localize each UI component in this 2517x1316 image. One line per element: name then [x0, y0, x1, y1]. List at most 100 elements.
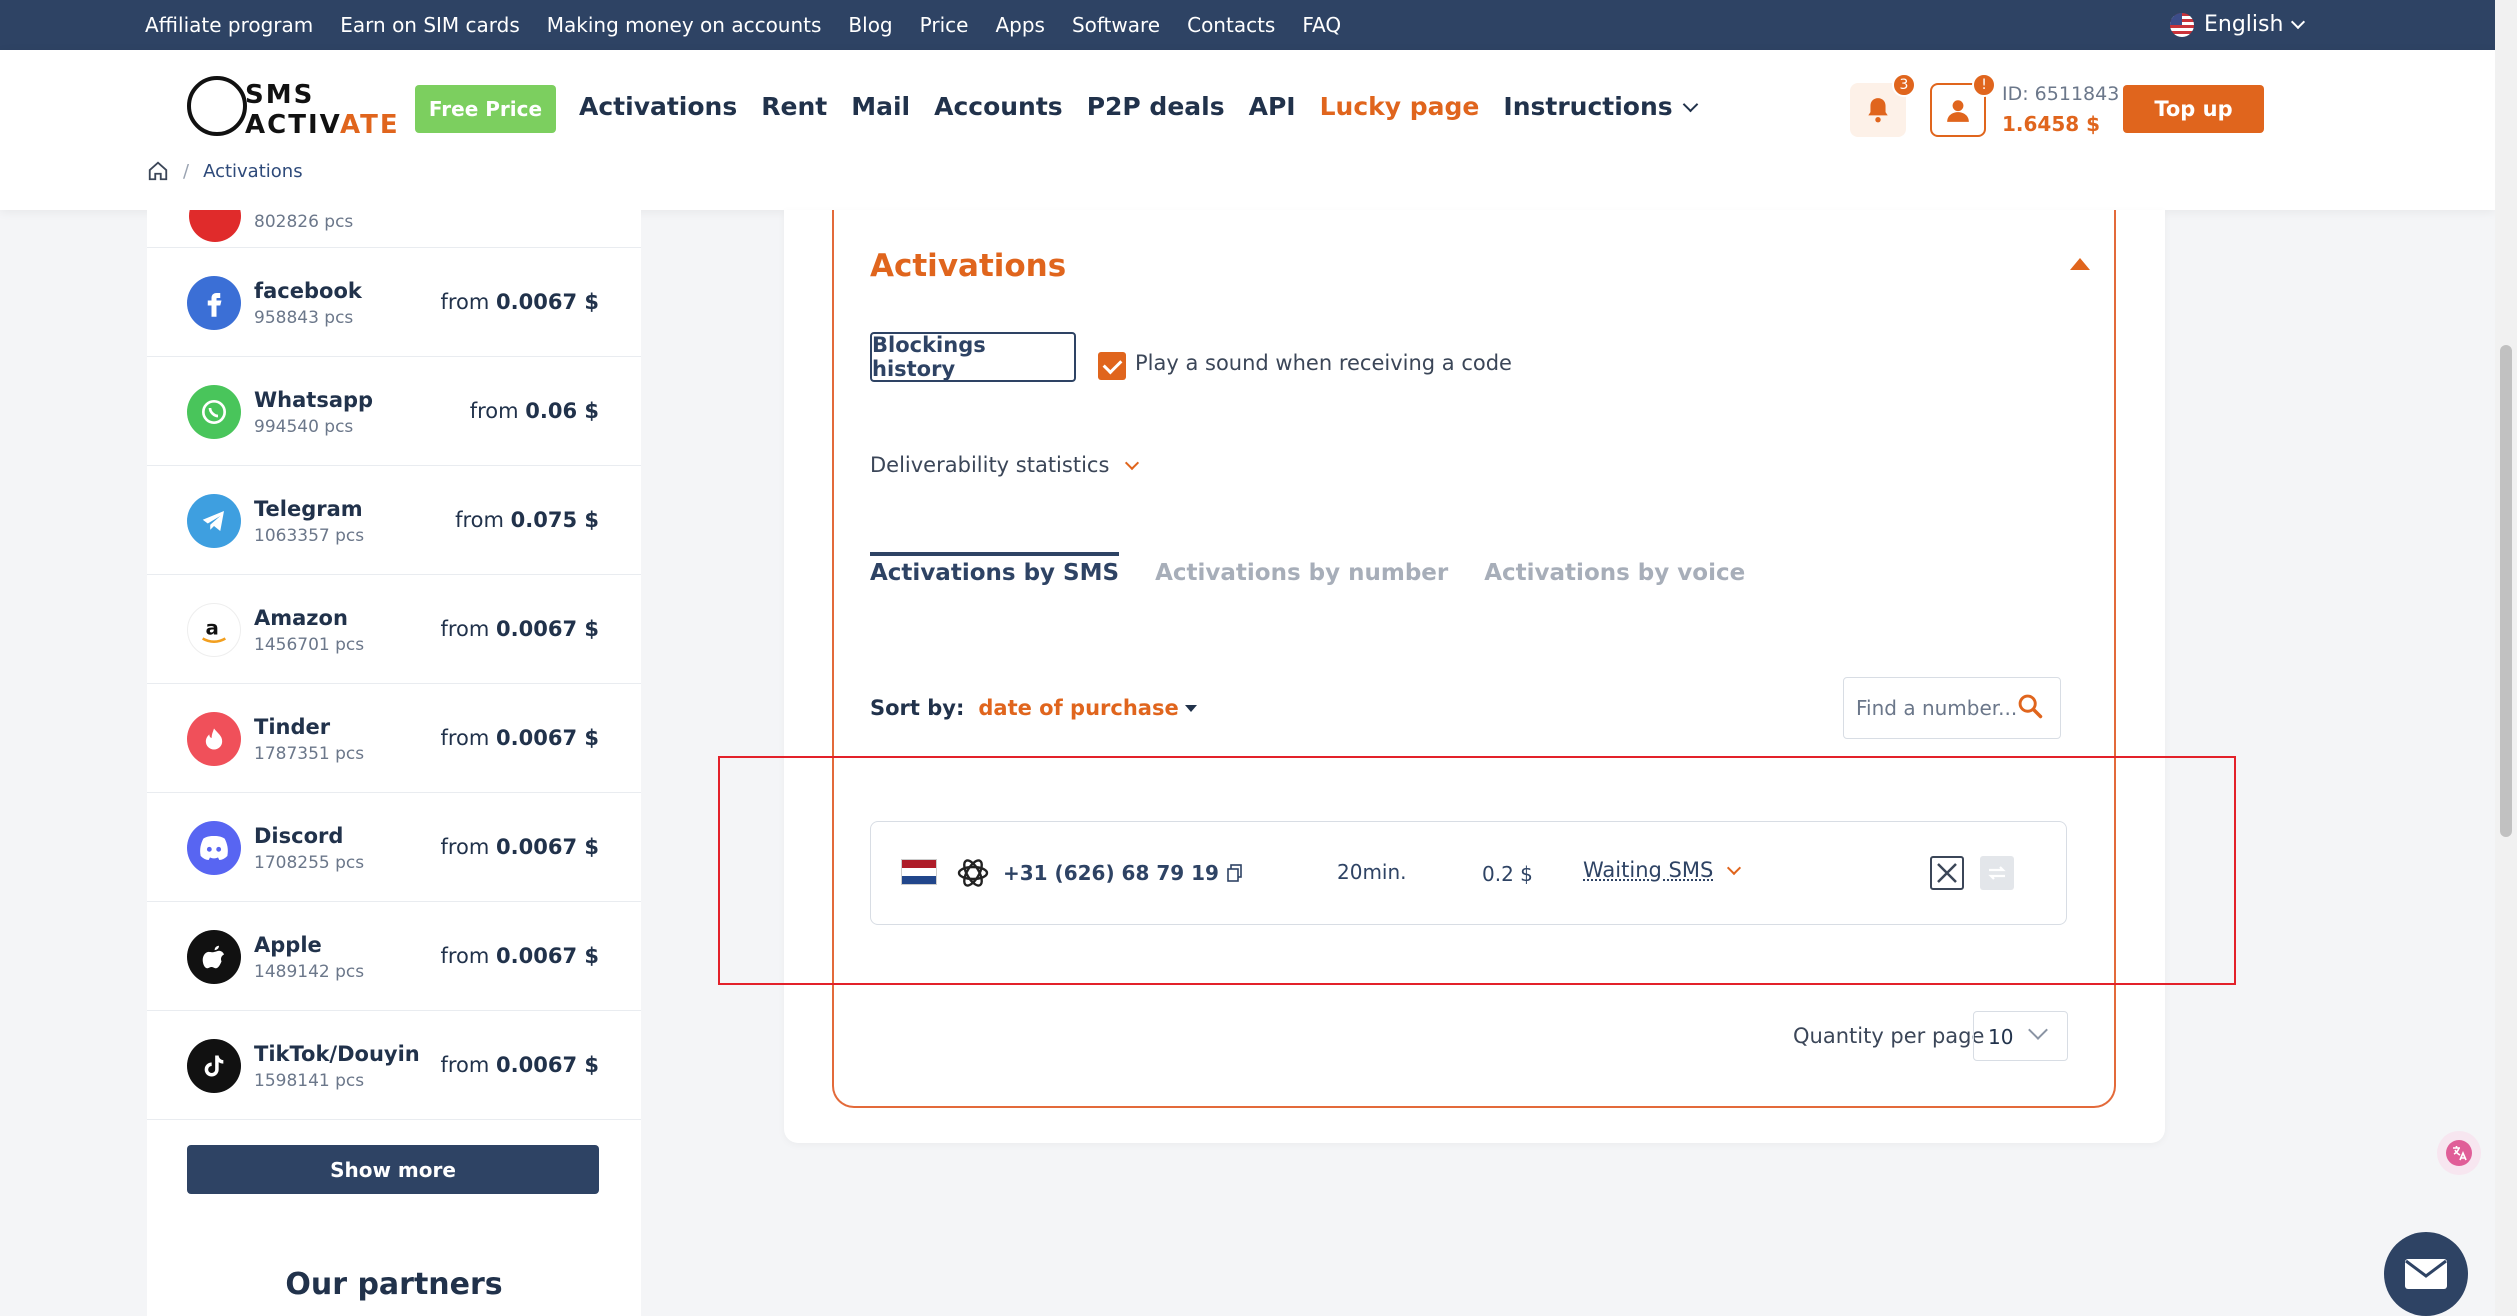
search-icon[interactable] — [2016, 692, 2044, 720]
nav-lucky-page[interactable]: Lucky page — [1320, 92, 1480, 121]
page-scrollbar-thumb[interactable] — [2500, 345, 2512, 837]
service-pcs: 958843 pcs — [254, 308, 354, 328]
chevron-down-icon — [2028, 1020, 2048, 1040]
play-sound-label[interactable]: Play a sound when receiving a code — [1135, 351, 1512, 375]
nav-activations[interactable]: Activations — [579, 92, 737, 121]
free-price-button[interactable]: Free Price — [415, 85, 556, 133]
service-item-facebook[interactable]: facebook 958843 pcs from 0.0067 $ — [147, 248, 641, 357]
service-name: Amazon — [254, 606, 348, 630]
whatsapp-icon — [187, 385, 241, 439]
tab-activations-by-sms[interactable]: Activations by SMS — [870, 552, 1120, 596]
service-item-discord[interactable]: Discord 1708255 pcs from 0.0067 $ — [147, 793, 641, 902]
translate-button[interactable] — [2437, 1131, 2481, 1175]
cancel-activation-button[interactable] — [1930, 856, 1964, 890]
service-item-tiktok-douyin[interactable]: TikTok/Douyin 1598141 pcs from 0.0067 $ — [147, 1011, 641, 1120]
bell-icon — [1868, 98, 1888, 123]
sms-activate-logo[interactable]: SMS ACTIVATE — [185, 66, 398, 146]
service-item-apple[interactable]: Apple 1489142 pcs from 0.0067 $ — [147, 902, 641, 1011]
breadcrumb-separator: / — [183, 160, 190, 182]
service-name: Whatsapp — [254, 388, 374, 412]
home-icon[interactable] — [147, 160, 169, 182]
service-item-partial[interactable]: 802826 pcs — [147, 210, 641, 248]
user-icon — [1947, 100, 1969, 122]
service-icon — [189, 210, 241, 242]
amazon-icon: a — [187, 603, 241, 657]
repeat-icon — [1988, 866, 2006, 880]
play-sound-checkbox[interactable] — [1098, 352, 1126, 380]
top-bar: Affiliate program Earn on SIM cards Maki… — [0, 0, 2495, 50]
find-number-input[interactable] — [1856, 696, 2016, 720]
sort-by-select[interactable]: date of purchase — [978, 696, 1197, 720]
top-link-faq[interactable]: FAQ — [1302, 13, 1341, 37]
nav-rent[interactable]: Rent — [761, 92, 827, 121]
service-price-value: 0.0067 $ — [496, 726, 599, 750]
service-pcs: 1598141 pcs — [254, 1071, 365, 1091]
apple-icon — [187, 930, 241, 984]
nav-instructions[interactable]: Instructions — [1503, 92, 1698, 121]
service-price-value: 0.0067 $ — [496, 617, 599, 641]
service-name: TikTok/Douyin — [254, 1042, 420, 1066]
blockings-history-button[interactable]: Blockings history — [870, 332, 1076, 382]
service-name: Discord — [254, 824, 344, 848]
show-more-button[interactable]: Show more — [187, 1145, 599, 1194]
logo-text-activ: ACTIV — [245, 110, 340, 140]
service-item-amazon[interactable]: a Amazon 1456701 pcs from 0.0067 $ — [147, 575, 641, 684]
top-link-contacts[interactable]: Contacts — [1187, 13, 1275, 37]
service-price-from: from — [440, 617, 490, 641]
openai-icon — [957, 859, 989, 887]
deliverability-statistics-toggle[interactable]: Deliverability statistics — [870, 453, 1140, 477]
service-price-from: from — [440, 835, 490, 859]
service-name: Telegram — [254, 497, 363, 521]
repeat-activation-button[interactable] — [1980, 856, 2014, 890]
service-item-whatsapp[interactable]: Whatsapp 994540 pcs from 0.06 $ — [147, 357, 641, 466]
logo-text-line1: SMS — [245, 80, 315, 110]
top-link-money-accounts[interactable]: Making money on accounts — [547, 13, 822, 37]
service-price-from: from — [440, 944, 490, 968]
language-selector[interactable]: English — [2170, 12, 2306, 37]
services-sidebar: 802826 pcs facebook 958843 pcs from 0.0067… — [147, 210, 641, 1316]
top-link-affiliate[interactable]: Affiliate program — [145, 13, 313, 37]
activation-status[interactable]: Waiting SMS — [1583, 858, 1742, 882]
nav-instructions-label: Instructions — [1503, 92, 1673, 121]
top-link-price[interactable]: Price — [920, 13, 969, 37]
status-text: Waiting SMS — [1583, 858, 1714, 882]
profile-button[interactable]: ! — [1930, 73, 1996, 137]
copy-icon[interactable] — [1227, 864, 1243, 882]
notifications-count-badge: 3 — [1892, 73, 1916, 97]
service-price-from: from — [469, 399, 519, 423]
chevron-down-icon — [1727, 860, 1742, 875]
notifications-button[interactable]: 3 — [1850, 73, 1916, 137]
close-icon — [1937, 863, 1957, 883]
service-item-tinder[interactable]: Tinder 1787351 pcs from 0.0067 $ — [147, 684, 641, 793]
service-price-value: 0.0067 $ — [496, 290, 599, 314]
service-price: from 0.0067 $ — [440, 617, 599, 641]
breadcrumb-activations[interactable]: Activations — [203, 161, 303, 182]
svg-text:a: a — [206, 616, 219, 639]
top-link-apps[interactable]: Apps — [995, 13, 1045, 37]
service-price-value: 0.0067 $ — [496, 944, 599, 968]
nav-accounts[interactable]: Accounts — [934, 92, 1063, 121]
top-link-software[interactable]: Software — [1072, 13, 1160, 37]
nav-mail[interactable]: Mail — [851, 92, 910, 121]
discord-icon — [187, 821, 241, 875]
service-price-from: from — [440, 726, 490, 750]
service-price-value: 0.06 $ — [525, 399, 599, 423]
tab-activations-by-voice[interactable]: Activations by voice — [1484, 560, 1745, 596]
nav-p2p-deals[interactable]: P2P deals — [1087, 92, 1225, 121]
logo-mark-icon — [187, 76, 247, 136]
top-link-earn-sim[interactable]: Earn on SIM cards — [340, 13, 520, 37]
collapse-arrow-icon[interactable] — [2070, 258, 2090, 270]
mail-icon — [2405, 1259, 2447, 1289]
top-link-blog[interactable]: Blog — [848, 13, 892, 37]
phone-number[interactable]: +31 (626) 68 79 19 — [1003, 861, 1243, 885]
service-price-from: from — [440, 290, 490, 314]
tab-activations-by-number[interactable]: Activations by number — [1155, 560, 1448, 596]
quantity-per-page-select[interactable]: 10 — [1973, 1011, 2068, 1061]
support-mail-button[interactable] — [2384, 1232, 2468, 1316]
service-price: from 0.06 $ — [470, 399, 599, 423]
top-up-button[interactable]: Top up — [2123, 85, 2264, 133]
partners-title: Our partners — [285, 1267, 503, 1302]
service-item-telegram[interactable]: Telegram 1063357 pcs from 0.075 $ — [147, 466, 641, 575]
nav-api[interactable]: API — [1249, 92, 1296, 121]
service-price-from: from — [455, 508, 504, 532]
